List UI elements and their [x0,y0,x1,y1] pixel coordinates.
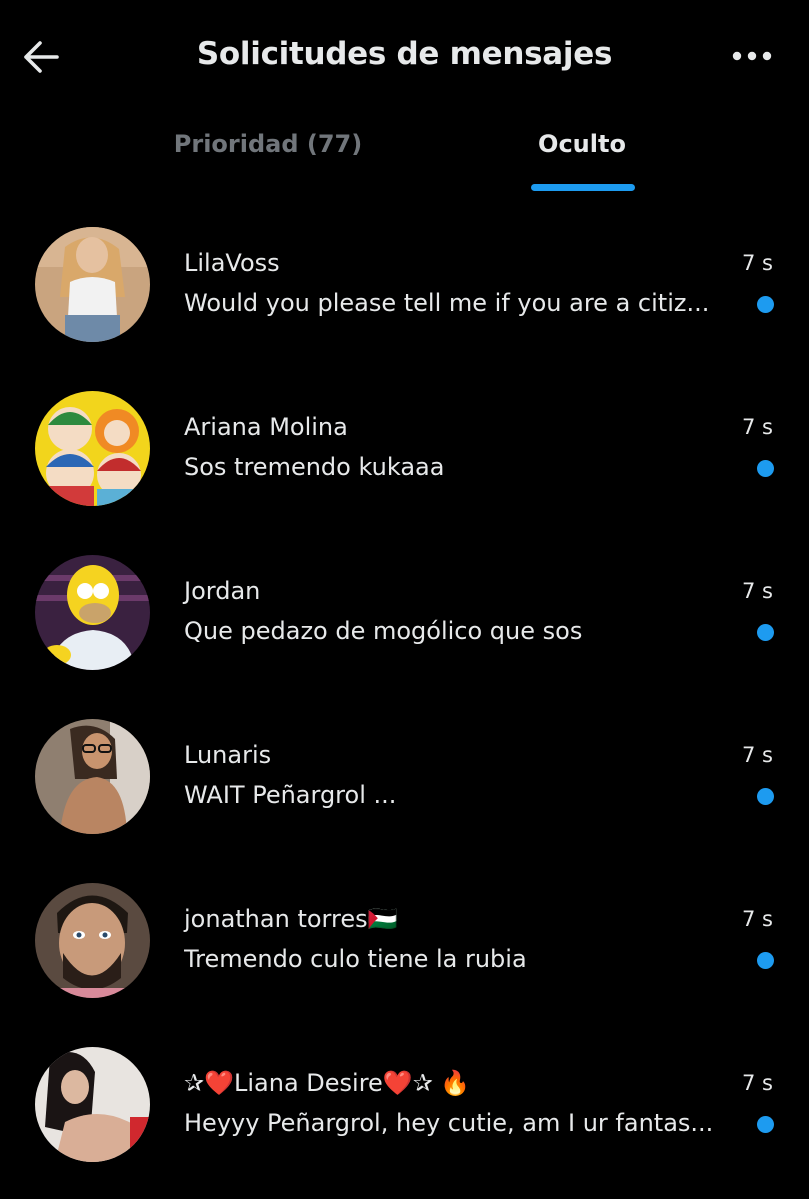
message-preview: Tremendo culo tiene la rubia [184,945,527,973]
avatar-cartoon [35,555,150,670]
more-options-button[interactable] [727,38,777,74]
unread-indicator [757,460,774,477]
avatar-photo-man [35,883,150,998]
avatar[interactable] [35,719,150,834]
avatar[interactable] [35,883,150,998]
avatar[interactable] [35,555,150,670]
sender-name: ✰❤️Liana Desire❤️✰ 🔥 [184,1069,471,1097]
message-request-row[interactable]: jonathan torres🇵🇸 Tremendo culo tiene la… [0,856,809,1020]
ellipsis-icon [732,51,772,61]
unread-indicator [757,788,774,805]
sender-name: jonathan torres🇵🇸 [184,905,398,933]
message-preview: Que pedazo de mogólico que sos [184,617,583,645]
message-request-row[interactable]: Lunaris WAIT Peñargrol ... 7 s [0,692,809,856]
message-request-row[interactable]: ✰❤️Liana Desire❤️✰ 🔥 Heyyy Peñargrol, he… [0,1020,809,1184]
timestamp: 7 s [742,1071,773,1095]
tab-oculto[interactable]: Oculto [482,112,682,192]
avatar[interactable] [35,1047,150,1162]
tab-prioridad[interactable]: Prioridad (77) [168,112,368,192]
tab-bar: Prioridad (77) Oculto [0,112,809,192]
avatar-cartoon [35,391,150,506]
avatar[interactable] [35,391,150,506]
timestamp: 7 s [742,415,773,439]
message-request-row[interactable]: Jordan Que pedazo de mogólico que sos 7 … [0,528,809,692]
sender-name: Ariana Molina [184,413,348,441]
avatar-photo-woman [35,227,150,342]
avatar-photo-woman [35,1047,150,1162]
avatar[interactable] [35,227,150,342]
unread-indicator [757,296,774,313]
message-preview: Heyyy Peñargrol, hey cutie, am I ur fant… [184,1109,714,1137]
unread-indicator [757,1116,774,1133]
sender-name: LilaVoss [184,249,280,277]
message-preview: Would you please tell me if you are a ci… [184,289,710,317]
unread-indicator [757,952,774,969]
unread-indicator [757,624,774,641]
message-request-row[interactable]: Ariana Molina Sos tremendo kukaaa 7 s [0,364,809,528]
timestamp: 7 s [742,251,773,275]
message-preview: Sos tremendo kukaaa [184,453,445,481]
sender-name: Lunaris [184,741,272,769]
timestamp: 7 s [742,743,773,767]
active-tab-indicator [531,184,635,191]
message-preview: WAIT Peñargrol ... [184,781,397,809]
avatar-photo-woman [35,719,150,834]
message-request-row[interactable]: LilaVoss Would you please tell me if you… [0,200,809,364]
timestamp: 7 s [742,579,773,603]
page-title: Solicitudes de mensajes [196,36,613,72]
header: Solicitudes de mensajes [0,0,809,112]
sender-name: Jordan [184,577,261,605]
timestamp: 7 s [742,907,773,931]
